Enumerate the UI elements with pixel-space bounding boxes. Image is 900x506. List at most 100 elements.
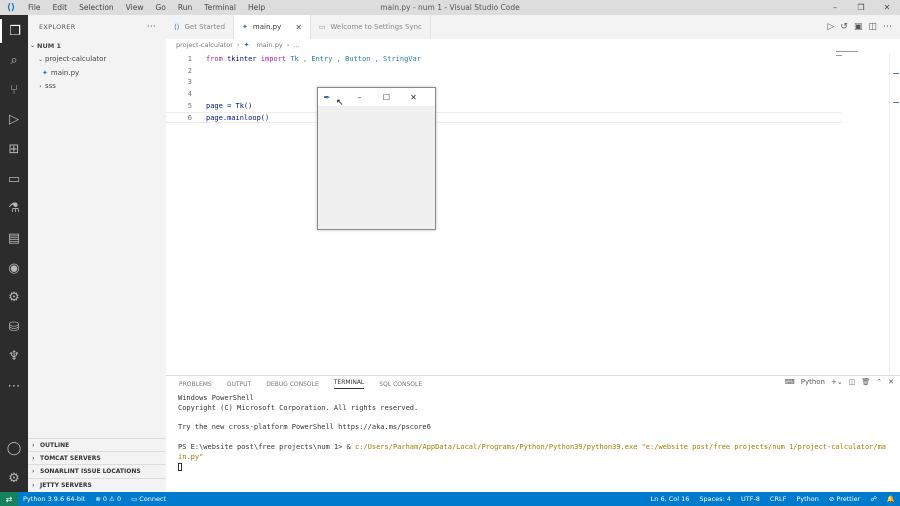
tk-minimize-button[interactable]: – bbox=[346, 93, 373, 102]
timeline-icon[interactable]: ↺ bbox=[840, 22, 848, 32]
menu-file[interactable]: File bbox=[22, 3, 47, 12]
tk-maximize-button[interactable]: ☐ bbox=[373, 93, 400, 102]
chevron-right-icon: › bbox=[32, 467, 35, 475]
code-line: 3 bbox=[187, 78, 192, 87]
editor-area: ⟨⟩ Get Started ✦ main.py ✕ ▭ Welcome to … bbox=[166, 15, 900, 375]
code-line: 6 page.mainloop() bbox=[187, 113, 270, 122]
restore-button[interactable]: ❐ bbox=[848, 0, 874, 15]
explorer-icon[interactable]: ❐ bbox=[0, 19, 28, 43]
breadcrumb: project-calculator › ✦ main.py › ... bbox=[176, 41, 300, 49]
split-terminal-icon[interactable]: ◫ bbox=[849, 378, 856, 386]
chevron-right-icon: › bbox=[39, 82, 42, 90]
open-preview-icon[interactable]: ▣ bbox=[854, 22, 863, 32]
editor-actions: ▷ ↺ ▣ ◫ ⋯ bbox=[828, 15, 900, 39]
remote-explorer-icon[interactable]: ▭ bbox=[0, 167, 28, 191]
activity-bar: ❐ ⌕ ⑂ ▷ ⊞ ▭ ⚗ ▤ ◉ ⚙ ⛁ ♆ ⋯ ◯ ⚙ bbox=[0, 15, 28, 492]
testing-icon[interactable]: ⚗ bbox=[0, 196, 28, 220]
window-controls: – ❐ ✕ bbox=[822, 0, 900, 15]
database-icon[interactable]: ⛁ bbox=[0, 315, 28, 339]
menu-go[interactable]: Go bbox=[149, 3, 171, 12]
tab-output[interactable]: OUTPUT bbox=[227, 381, 251, 388]
tab-get-started[interactable]: ⟨⟩ Get Started bbox=[166, 15, 235, 39]
section-tomcat-servers[interactable]: › TOMCAT SERVERS bbox=[28, 451, 166, 464]
tree-item-main-py[interactable]: ✦ main.py bbox=[28, 66, 166, 80]
code-editor[interactable]: 1 from tkinter import Tk , Entry , Butto… bbox=[166, 53, 866, 124]
problems-indicator[interactable]: ⊗ 0 ⚠ 0 bbox=[90, 495, 126, 503]
minimap[interactable] bbox=[836, 51, 896, 91]
cursor-position[interactable]: Ln 6, Col 16 bbox=[646, 495, 695, 503]
overview-ruler-mark bbox=[893, 73, 899, 74]
chevron-right-icon: › bbox=[32, 441, 35, 449]
file-icon: ▭ bbox=[318, 23, 326, 31]
gitlens-icon[interactable]: ◉ bbox=[0, 256, 28, 280]
folder-icon[interactable]: ▤ bbox=[0, 226, 28, 250]
live-share-icon[interactable]: ⚙ bbox=[0, 285, 28, 309]
mouse-cursor-icon: ↖ bbox=[336, 98, 344, 108]
menu-view[interactable]: View bbox=[120, 3, 150, 12]
tree-item-project-calculator[interactable]: ⌄ project-calculator bbox=[28, 53, 166, 67]
close-tab-icon[interactable]: ✕ bbox=[295, 23, 302, 32]
settings-gear-icon[interactable]: ⚙ bbox=[0, 466, 28, 490]
remote-indicator-icon[interactable]: ⇄ bbox=[0, 492, 18, 506]
new-terminal-icon[interactable]: +⌄ bbox=[831, 378, 843, 386]
tab-problems[interactable]: PROBLEMS bbox=[179, 381, 212, 388]
explorer-header: EXPLORER ⋯ bbox=[39, 22, 156, 32]
tab-main-py[interactable]: ✦ main.py ✕ bbox=[234, 15, 311, 39]
vscode-logo-icon: ⟨⟩ bbox=[6, 2, 16, 13]
menu-terminal[interactable]: Terminal bbox=[198, 3, 242, 12]
python-file-icon: ✦ bbox=[243, 41, 250, 49]
close-panel-icon[interactable]: ✕ bbox=[888, 378, 894, 386]
close-window-button[interactable]: ✕ bbox=[874, 0, 900, 15]
menu-selection[interactable]: Selection bbox=[73, 3, 120, 12]
end-of-line[interactable]: CRLF bbox=[765, 495, 791, 503]
more-actions-icon[interactable]: ⋯ bbox=[147, 22, 156, 32]
bottom-panel: PROBLEMS OUTPUT DEBUG CONSOLE TERMINAL S… bbox=[166, 375, 900, 492]
section-jetty-servers[interactable]: › JETTY SERVERS bbox=[28, 478, 166, 491]
section-outline[interactable]: › OUTLINE bbox=[28, 438, 166, 451]
menu-edit[interactable]: Edit bbox=[47, 3, 74, 12]
title-bar: ⟨⟩ File Edit Selection View Go Run Termi… bbox=[0, 0, 900, 15]
encoding[interactable]: UTF-8 bbox=[736, 495, 765, 503]
terminal-icon: ⌨ bbox=[784, 378, 795, 386]
python-interpreter[interactable]: Python 3.9.6 64-bit bbox=[18, 495, 90, 503]
indentation[interactable]: Spaces: 4 bbox=[694, 495, 736, 503]
prettier-status[interactable]: ⊘ Prettier bbox=[824, 495, 865, 503]
tk-feather-icon: ✒ bbox=[323, 92, 331, 102]
code-line: 1 from tkinter import Tk , Entry , Butto… bbox=[187, 54, 421, 63]
tree-item-sss[interactable]: › sss bbox=[28, 80, 166, 94]
run-file-icon[interactable]: ▷ bbox=[828, 22, 835, 32]
python-icon[interactable]: ♆ bbox=[0, 344, 28, 368]
source-control-icon[interactable]: ⑂ bbox=[0, 78, 28, 102]
notifications-bell-icon[interactable]: 🔔 bbox=[882, 495, 900, 503]
more-actions-icon[interactable]: ⋯ bbox=[883, 22, 892, 32]
code-line: 5 page = Tk() bbox=[187, 102, 253, 111]
python-file-icon: ✦ bbox=[42, 68, 48, 77]
tk-window[interactable]: ✒ – ☐ ✕ bbox=[317, 87, 436, 230]
tk-close-button[interactable]: ✕ bbox=[400, 93, 427, 102]
terminal-shell-label[interactable]: Python bbox=[801, 378, 825, 386]
chevron-down-icon: ⌄ bbox=[37, 55, 44, 63]
feedback-icon[interactable]: ☍ bbox=[865, 495, 882, 503]
run-debug-icon[interactable]: ▷ bbox=[0, 107, 28, 131]
menu-help[interactable]: Help bbox=[242, 3, 271, 12]
tab-debug-console[interactable]: DEBUG CONSOLE bbox=[266, 381, 319, 388]
split-editor-icon[interactable]: ◫ bbox=[868, 22, 877, 32]
kill-terminal-icon[interactable]: 🗑 bbox=[861, 378, 870, 386]
language-mode[interactable]: Python bbox=[791, 495, 824, 503]
tab-settings-sync[interactable]: ▭ Welcome to Settings Sync bbox=[311, 15, 431, 39]
workspace-folder[interactable]: ⌄ NUM 1 bbox=[28, 39, 166, 53]
account-icon[interactable]: ◯ bbox=[0, 436, 28, 460]
tab-sql-console[interactable]: SQL CONSOLE bbox=[379, 381, 422, 388]
minimize-button[interactable]: – bbox=[822, 0, 848, 15]
editor-scrollbar[interactable] bbox=[889, 53, 899, 373]
search-icon[interactable]: ⌕ bbox=[0, 48, 28, 72]
editor-tabs: ⟨⟩ Get Started ✦ main.py ✕ ▭ Welcome to … bbox=[166, 15, 900, 39]
menu-run[interactable]: Run bbox=[172, 3, 198, 12]
terminal-output[interactable]: Windows PowerShell Copyright (C) Microso… bbox=[178, 394, 894, 472]
extensions-icon[interactable]: ⊞ bbox=[0, 137, 28, 161]
maximize-panel-icon[interactable]: ⌃ bbox=[876, 378, 882, 386]
more-icon[interactable]: ⋯ bbox=[0, 374, 28, 398]
section-sonarlint[interactable]: › SONARLINT ISSUE LOCATIONS bbox=[28, 464, 166, 477]
connect-button[interactable]: ▭ Connect bbox=[126, 495, 171, 503]
tab-terminal[interactable]: TERMINAL bbox=[333, 379, 365, 389]
